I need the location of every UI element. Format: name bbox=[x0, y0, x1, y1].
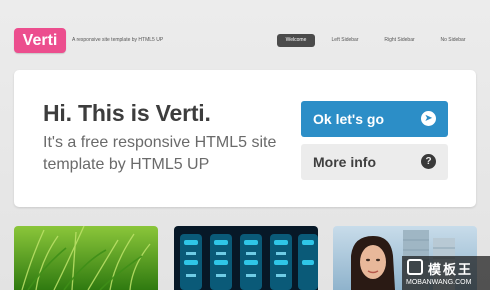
grass-image bbox=[14, 226, 158, 290]
ok-lets-go-label: Ok let's go bbox=[313, 111, 385, 127]
question-icon: ? bbox=[421, 154, 436, 169]
nav-item-welcome[interactable]: Welcome bbox=[277, 34, 315, 47]
thumbnail-cylinders[interactable] bbox=[174, 226, 318, 290]
banner: Hi. This is Verti. It's a free responsiv… bbox=[14, 70, 476, 207]
nav-item-right-sidebar[interactable]: Right Sidebar bbox=[375, 34, 424, 47]
arrow-right-icon: ➤ bbox=[421, 111, 436, 126]
banner-title: Hi. This is Verti. bbox=[43, 100, 211, 126]
thumbnail-grass[interactable] bbox=[14, 226, 158, 290]
main-nav: Welcome Left Sidebar Right Sidebar No Si… bbox=[0, 34, 490, 47]
more-info-button[interactable]: More info ? bbox=[301, 144, 448, 180]
nav-item-left-sidebar[interactable]: Left Sidebar bbox=[323, 34, 367, 47]
watermark-url: MOBANWANG.COM bbox=[406, 279, 472, 286]
nav-item-no-sidebar[interactable]: No Sidebar bbox=[430, 34, 476, 47]
more-info-label: More info bbox=[313, 154, 376, 170]
watermark: 模板王 MOBANWANG.COM bbox=[402, 256, 490, 290]
cylinders-image bbox=[174, 226, 318, 290]
banner-subtitle: It's a free responsive HTML5 site templa… bbox=[43, 134, 277, 173]
watermark-brand: 模板王 bbox=[428, 262, 474, 277]
watermark-logo-icon bbox=[407, 259, 423, 275]
ok-lets-go-button[interactable]: Ok let's go ➤ bbox=[301, 101, 448, 137]
